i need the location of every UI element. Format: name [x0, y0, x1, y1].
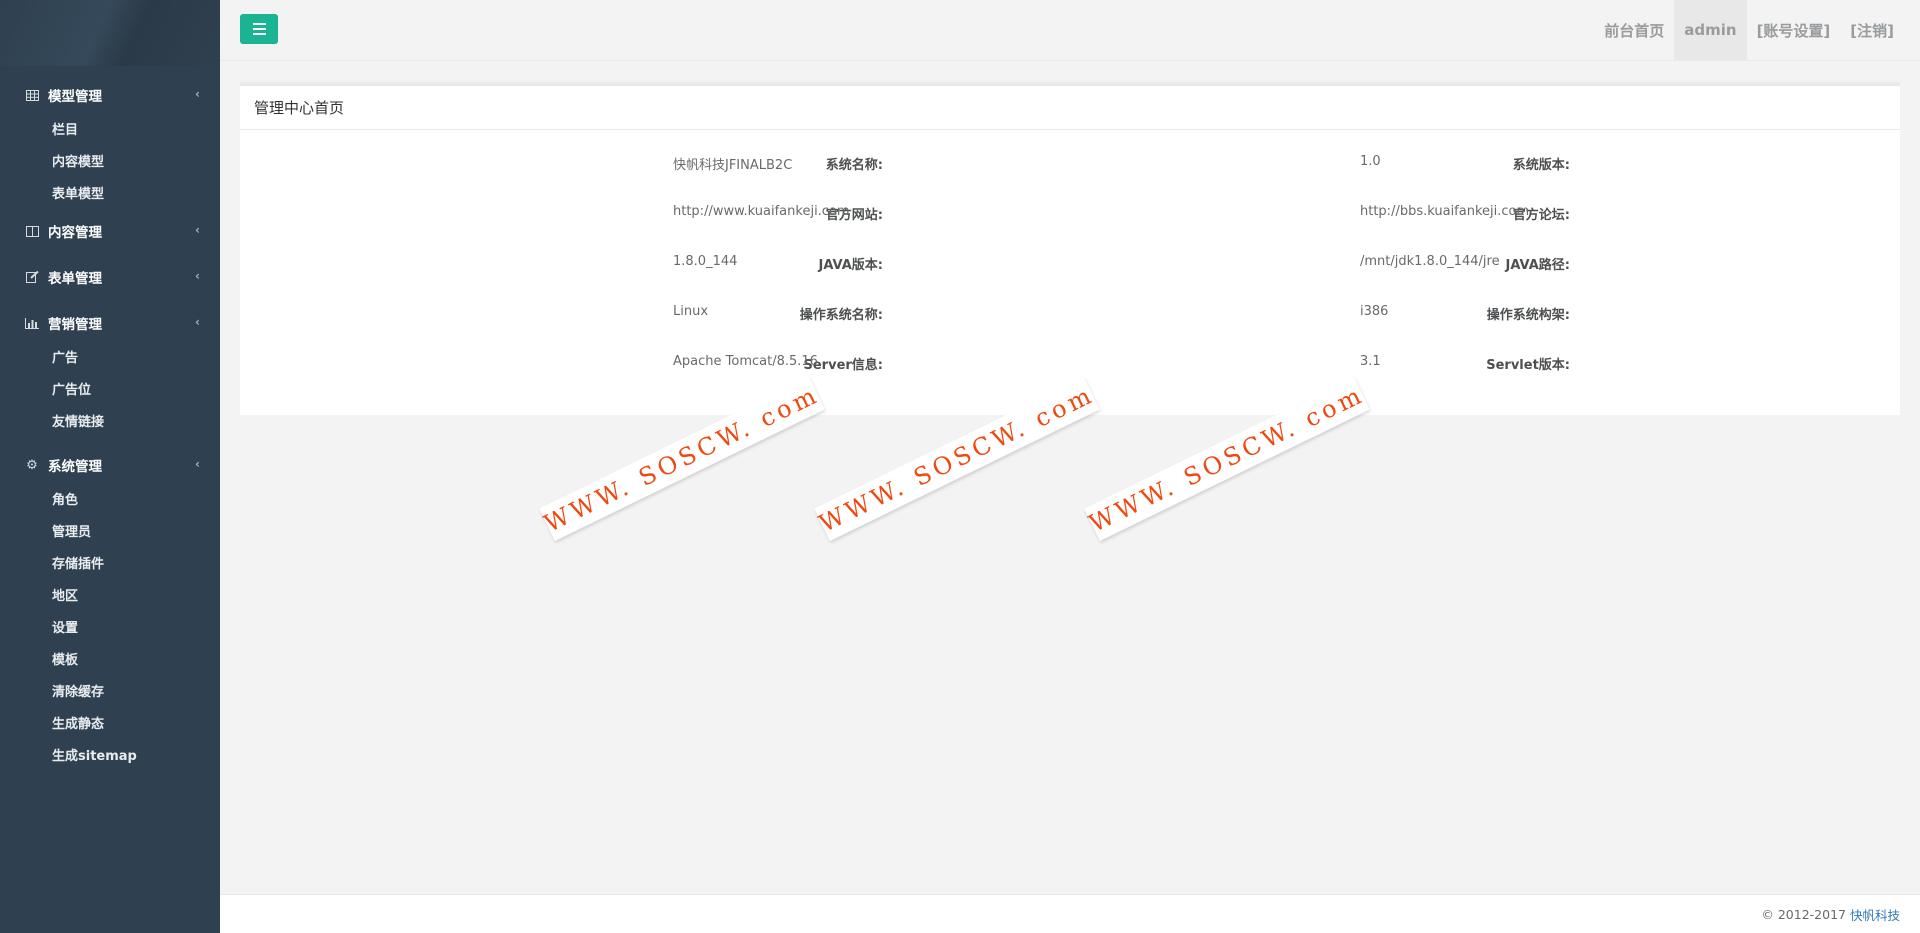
info-row: Server信息: Apache Tomcat/8.5.16 Servlet版本…: [240, 354, 1900, 374]
edit-icon: [24, 271, 40, 283]
user-admin-link[interactable]: admin: [1674, 0, 1747, 60]
sidebar-item-friend-link[interactable]: 友情链接: [0, 404, 220, 436]
table-icon: [24, 89, 40, 101]
info-value: i386: [1360, 304, 1389, 319]
menu-group-form: 表单管理 ‹: [0, 262, 220, 292]
sidebar-item-column[interactable]: 栏目: [0, 112, 220, 144]
info-label: JAVA版本:: [818, 258, 883, 273]
info-label: Servlet版本:: [1486, 358, 1570, 373]
info-value: http://www.kuaifankeji.com: [673, 204, 850, 219]
info-value: http://bbs.kuaifankeji.com: [1360, 204, 1530, 219]
menu-marketing-management[interactable]: 营销管理 ‹: [0, 308, 220, 338]
sidebar-header: [0, 0, 220, 66]
sidebar-item-generate-sitemap[interactable]: 生成sitemap: [0, 738, 220, 770]
logout-link[interactable]: [注销]: [1840, 0, 1920, 60]
info-value: /mnt/jdk1.8.0_144/jre: [1360, 254, 1500, 269]
submenu-model: 栏目 内容模型 表单模型: [0, 110, 220, 208]
info-row: 官方网站: http://www.kuaifankeji.com 官方论坛: h…: [240, 204, 1900, 224]
chevron-left-icon: ‹: [195, 315, 200, 329]
info-value: 快帆科技JFINALB2C: [673, 158, 793, 173]
sidebar-item-storage-plugin[interactable]: 存储插件: [0, 546, 220, 578]
menu-marketing-management-label: 营销管理: [48, 317, 102, 333]
menu-group-model: 模型管理 ‹ 栏目 内容模型 表单模型: [0, 80, 220, 208]
account-settings-link[interactable]: [账号设置]: [1747, 0, 1841, 60]
menu-group-marketing: 营销管理 ‹ 广告 广告位 友情链接: [0, 308, 220, 436]
info-value: Apache Tomcat/8.5.16: [673, 354, 818, 369]
footer: © 2012-2017 快帆科技: [220, 894, 1920, 933]
frontend-home-link[interactable]: 前台首页: [1594, 0, 1674, 60]
sidebar-item-admin[interactable]: 管理员: [0, 514, 220, 546]
info-value: 1.0: [1360, 154, 1381, 169]
info-label: 系统版本:: [1512, 158, 1570, 173]
sidebar-item-role[interactable]: 角色: [0, 482, 220, 514]
sidebar: 模型管理 ‹ 栏目 内容模型 表单模型 内容管理 ‹ 表单管理 ‹ 营销管理 ‹…: [0, 0, 220, 933]
gear-icon: ⚙: [26, 457, 38, 473]
sidebar-item-settings[interactable]: 设置: [0, 610, 220, 642]
hamburger-icon-bar: [252, 33, 266, 35]
chevron-left-icon: ‹: [195, 269, 200, 283]
hamburger-icon-bar: [252, 28, 266, 30]
menu-content-management-label: 内容管理: [48, 225, 102, 241]
sidebar-item-content-model[interactable]: 内容模型: [0, 144, 220, 176]
sidebar-toggle-button[interactable]: [240, 14, 278, 44]
info-label: 系统名称:: [825, 158, 883, 173]
copyright-text: © 2012-2017: [1761, 906, 1846, 922]
bar-chart-icon: [24, 317, 40, 329]
sidebar-item-form-model[interactable]: 表单模型: [0, 176, 220, 208]
info-row: 操作系统名称: Linux 操作系统构架: i386: [240, 304, 1900, 324]
menu-form-management[interactable]: 表单管理 ‹: [0, 262, 220, 292]
chevron-left-icon: ‹: [195, 87, 200, 101]
panel-title: 管理中心首页: [240, 86, 1900, 130]
info-row: 系统名称: 快帆科技JFINALB2C 系统版本: 1.0: [240, 154, 1900, 174]
columns-icon: [24, 225, 40, 237]
info-value: 3.1: [1360, 354, 1381, 369]
sidebar-item-ad[interactable]: 广告: [0, 340, 220, 372]
sidebar-item-clear-cache[interactable]: 清除缓存: [0, 674, 220, 706]
menu-model-management[interactable]: 模型管理 ‹: [0, 80, 220, 110]
submenu-system: 角色 管理员 存储插件 地区 设置 模板 清除缓存 生成静态 生成sitemap: [0, 480, 220, 770]
menu-group-system: ⚙ 系统管理 ‹ 角色 管理员 存储插件 地区 设置 模板 清除缓存 生成静态 …: [0, 450, 220, 770]
top-navbar: 前台首页 admin [账号设置] [注销]: [220, 0, 1920, 61]
menu-system-management[interactable]: ⚙ 系统管理 ‹: [0, 450, 220, 480]
chevron-left-icon: ‹: [195, 223, 200, 237]
menu-group-content: 内容管理 ‹: [0, 216, 220, 246]
top-links: 前台首页 admin [账号设置] [注销]: [1594, 0, 1920, 60]
info-value: 1.8.0_144: [673, 254, 738, 269]
menu-system-management-label: 系统管理: [48, 459, 102, 475]
submenu-marketing: 广告 广告位 友情链接: [0, 338, 220, 436]
chevron-left-icon: ‹: [195, 457, 200, 471]
menu-content-management[interactable]: 内容管理 ‹: [0, 216, 220, 246]
company-link[interactable]: 快帆科技: [1850, 905, 1900, 924]
sidebar-item-region[interactable]: 地区: [0, 578, 220, 610]
sidebar-item-generate-static[interactable]: 生成静态: [0, 706, 220, 738]
info-label: 操作系统构架:: [1486, 308, 1570, 323]
menu-form-management-label: 表单管理: [48, 271, 102, 287]
info-value: Linux: [673, 304, 709, 319]
hamburger-icon: [252, 23, 266, 25]
sidebar-item-ad-position[interactable]: 广告位: [0, 372, 220, 404]
info-label: JAVA路径:: [1505, 258, 1570, 273]
info-label: 操作系统名称:: [799, 308, 883, 323]
menu-model-management-label: 模型管理: [48, 89, 102, 105]
sidebar-item-template[interactable]: 模板: [0, 642, 220, 674]
dashboard-panel: 管理中心首页 系统名称: 快帆科技JFINALB2C 系统版本: 1.0 官方网…: [240, 82, 1900, 415]
info-row: JAVA版本: 1.8.0_144 JAVA路径: /mnt/jdk1.8.0_…: [240, 254, 1900, 274]
